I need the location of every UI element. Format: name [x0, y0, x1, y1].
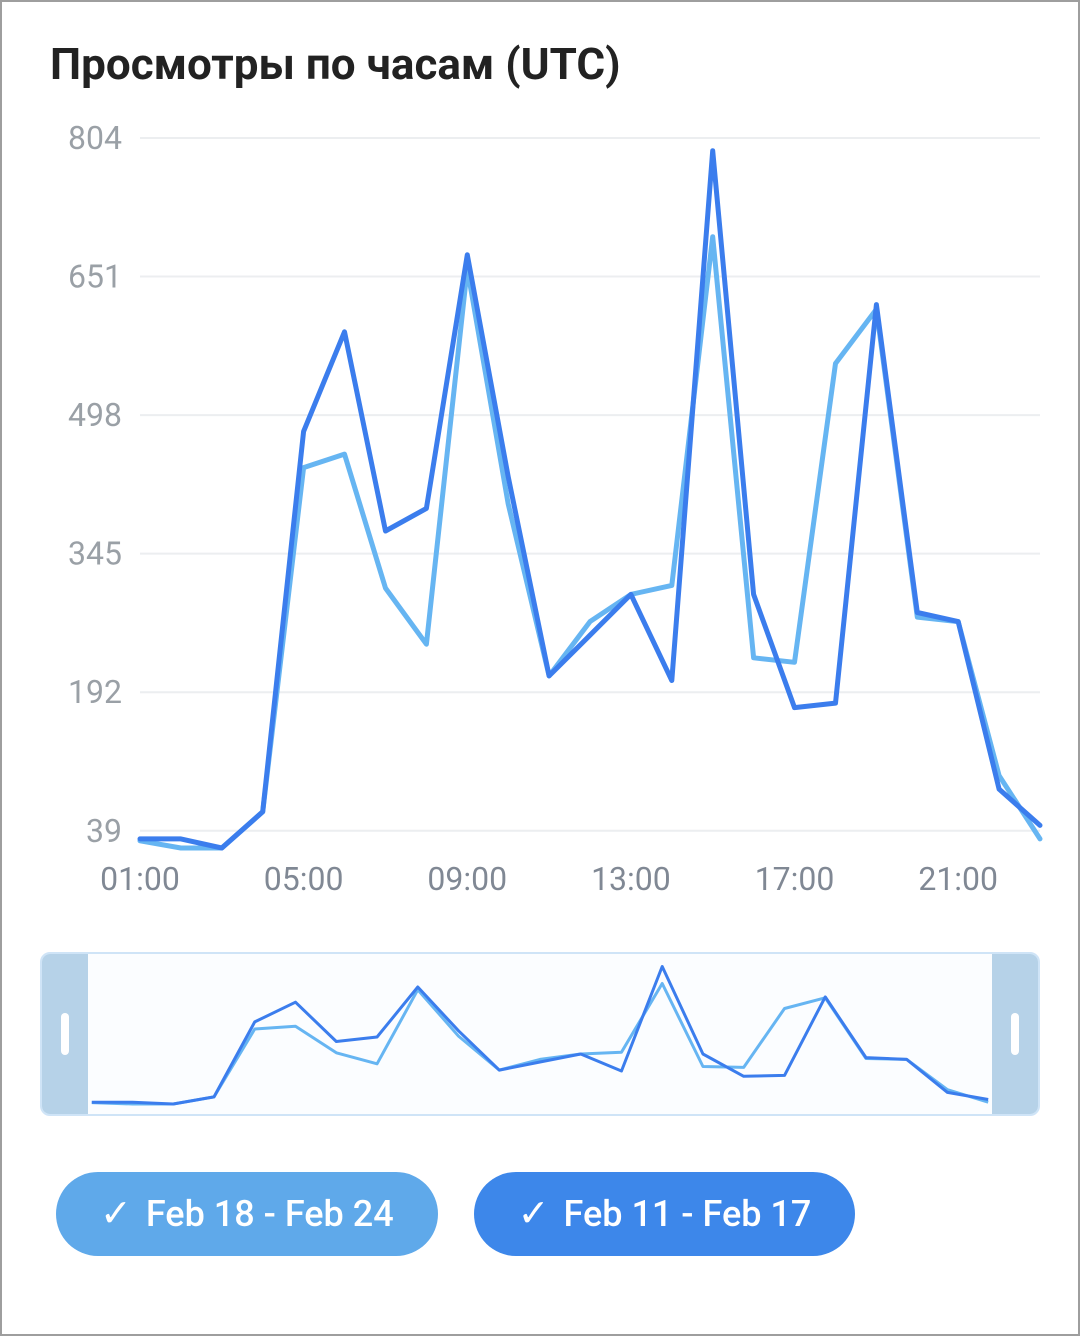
svg-text:05:00: 05:00	[264, 860, 344, 898]
check-icon: ✓	[518, 1195, 550, 1233]
main-plot: 39 192 345 498 651 804 01:00 05:00 09:00 13:00 17:…	[20, 118, 1060, 908]
range-handle-right[interactable]	[992, 954, 1038, 1114]
svg-text:21:00: 21:00	[918, 860, 998, 898]
svg-text:09:00: 09:00	[427, 860, 507, 898]
legend-toggle-series-a[interactable]: ✓ Feb 18 - Feb 24	[56, 1172, 438, 1256]
svg-text:17:00: 17:00	[755, 860, 835, 898]
svg-text:498: 498	[68, 396, 122, 434]
svg-text:01:00: 01:00	[100, 860, 180, 898]
range-handle-left[interactable]	[42, 954, 88, 1114]
chart-title: Просмотры по часам (UTC)	[50, 38, 1060, 90]
legend-toggle-series-b[interactable]: ✓ Feb 11 - Feb 17	[474, 1172, 856, 1256]
chart-card: Просмотры по часам (UTC) 39 192 345 498 651 8…	[0, 0, 1080, 1336]
legend-label-b: Feb 11 - Feb 17	[564, 1193, 812, 1235]
svg-text:39: 39	[86, 812, 122, 850]
check-icon: ✓	[100, 1195, 132, 1233]
svg-text:651: 651	[68, 258, 122, 296]
svg-text:345: 345	[68, 535, 122, 573]
svg-text:192: 192	[68, 673, 122, 711]
legend-label-a: Feb 18 - Feb 24	[146, 1193, 394, 1235]
range-slider[interactable]	[40, 952, 1040, 1116]
svg-text:13:00: 13:00	[591, 860, 671, 898]
legend: ✓ Feb 18 - Feb 24 ✓ Feb 11 - Feb 17	[56, 1172, 1060, 1256]
svg-text:804: 804	[68, 119, 122, 157]
